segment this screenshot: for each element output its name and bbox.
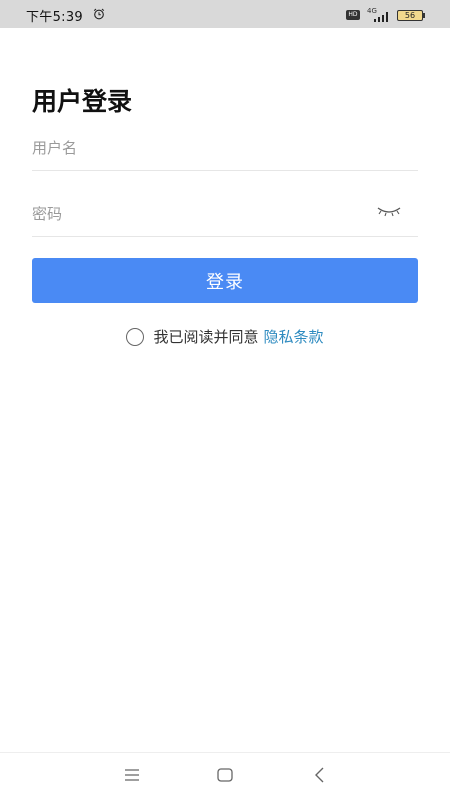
password-field-container [32,192,418,237]
battery-level: 56 [404,11,416,20]
alarm-clock-icon [93,8,105,20]
home-icon[interactable] [215,765,235,785]
back-icon[interactable] [310,765,330,785]
password-input[interactable] [32,192,362,236]
menu-icon[interactable] [122,765,142,785]
status-time: 下午5:39 [26,10,83,25]
hd-badge: HD [346,10,360,20]
username-field-container [32,126,418,171]
username-input[interactable] [32,126,362,170]
battery-tip [423,13,425,18]
privacy-policy-link[interactable]: 隐私条款 [264,325,324,349]
agreement-row: 我已阅读并同意 隐私条款 [0,325,450,349]
login-button[interactable]: 登录 [32,258,418,303]
battery-indicator: 56 [397,10,423,21]
status-bar: 下午5:39 HD 4G 56 [0,0,450,28]
nav-divider [0,752,450,753]
eye-closed-icon[interactable] [376,204,402,218]
page-title: 用户登录 [32,87,133,116]
agreement-checkbox[interactable] [126,328,145,346]
signal-strength-icon [374,12,388,22]
agreement-text: 我已阅读并同意 [153,328,259,346]
